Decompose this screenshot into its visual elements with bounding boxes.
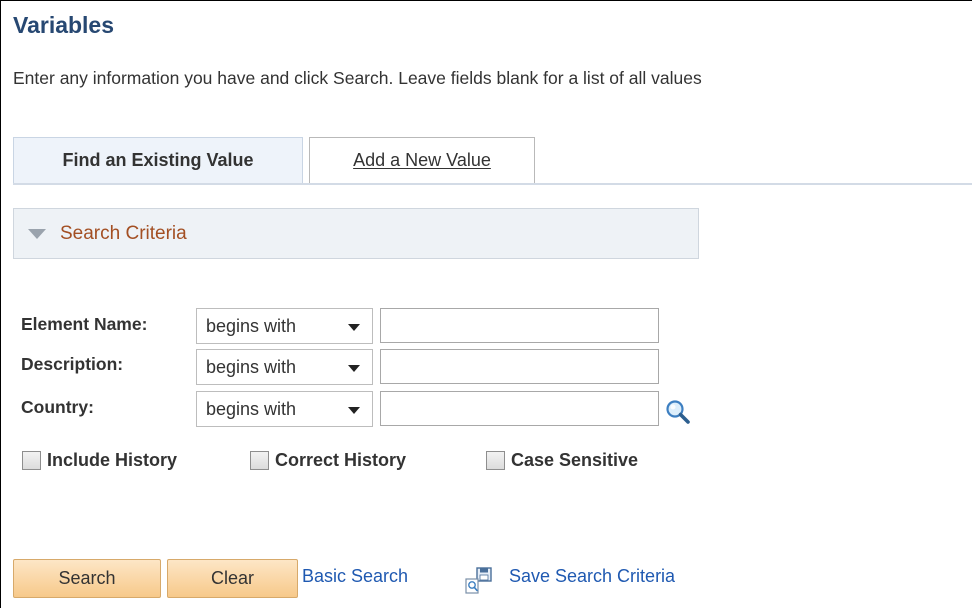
element-name-operator-select[interactable]: begins with (196, 308, 373, 344)
tab-label: Find an Existing Value (62, 150, 254, 170)
element-name-input[interactable] (380, 308, 659, 343)
page-title: Variables (13, 12, 115, 38)
tab-label: Add a New Value (353, 150, 491, 170)
tab-find-existing-value[interactable]: Find an Existing Value (13, 137, 303, 183)
include-history-checkbox[interactable]: Include History (22, 446, 177, 474)
save-search-icon[interactable] (463, 566, 497, 596)
tab-strip-divider (13, 183, 972, 185)
chevron-down-icon (348, 365, 360, 372)
chevron-down-icon (348, 324, 360, 331)
case-sensitive-checkbox[interactable]: Case Sensitive (486, 446, 638, 474)
country-operator-select[interactable]: begins with (196, 391, 373, 427)
country-label: Country: (21, 397, 94, 417)
checkbox-box[interactable] (22, 450, 41, 470)
include-history-label: Include History (47, 449, 178, 470)
clear-button-label: Clear (210, 568, 254, 588)
operator-value: begins with (206, 398, 297, 419)
element-name-label: Element Name: (21, 314, 148, 334)
frame-top-border (0, 0, 972, 1)
basic-search-link[interactable]: Basic Search (302, 566, 408, 587)
operator-value: begins with (206, 356, 297, 377)
search-button[interactable]: Search (13, 559, 161, 598)
country-input[interactable] (380, 391, 659, 426)
checkbox-box[interactable] (486, 450, 505, 470)
tab-add-new-value[interactable]: Add a New Value (309, 137, 535, 183)
search-criteria-header[interactable]: Search Criteria (13, 208, 699, 259)
description-input[interactable] (380, 349, 659, 384)
frame-left-border (0, 0, 1, 608)
correct-history-label: Correct History (275, 449, 407, 470)
clear-button[interactable]: Clear (167, 559, 298, 598)
search-button-label: Search (58, 568, 116, 588)
save-search-criteria-link[interactable]: Save Search Criteria (509, 566, 675, 587)
collapse-triangle-icon[interactable] (28, 228, 46, 239)
operator-value: begins with (206, 315, 297, 336)
search-criteria-label: Search Criteria (60, 222, 187, 244)
description-operator-select[interactable]: begins with (196, 349, 373, 385)
magnifier-lookup-icon[interactable] (664, 398, 692, 426)
page-instructions: Enter any information you have and click… (13, 68, 702, 88)
chevron-down-icon (348, 407, 360, 414)
case-sensitive-label: Case Sensitive (511, 449, 639, 470)
checkbox-box[interactable] (250, 450, 269, 470)
description-label: Description: (21, 354, 124, 374)
correct-history-checkbox[interactable]: Correct History (250, 446, 406, 474)
